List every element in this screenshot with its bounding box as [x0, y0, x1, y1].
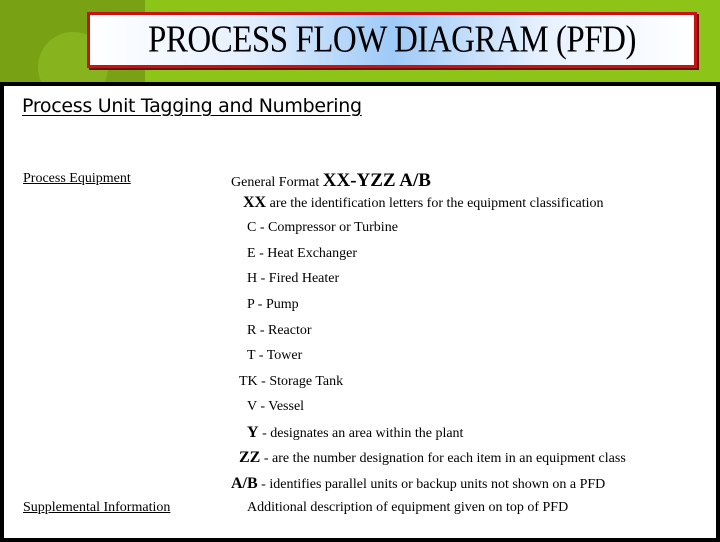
xx-definition: XX are the identification letters for th… [243, 194, 604, 212]
process-equipment-label: Process Equipment [23, 171, 131, 186]
classification-item: R - Reactor [247, 323, 312, 339]
classification-text: - Storage Tank [261, 374, 344, 389]
classification-item: E - Heat Exchanger [247, 246, 357, 262]
classification-code: T [247, 348, 256, 363]
classification-text: - Vessel [260, 399, 305, 414]
classification-code: V [247, 399, 257, 414]
classification-item: V - Vessel [247, 399, 304, 415]
classification-text: - Fired Heater [260, 271, 340, 286]
y-definition: Y - designates an area within the plant [247, 424, 463, 442]
classification-text: - Pump [257, 297, 299, 312]
supplemental-information-label: Supplemental Information [23, 500, 171, 515]
section-heading: Process Unit Tagging and Numbering [22, 95, 362, 117]
zz-key: ZZ [239, 449, 261, 466]
slide-title: PROCESS FLOW DIAGRAM (PFD) [148, 18, 636, 61]
classification-text: - Compressor or Turbine [259, 220, 398, 235]
supplemental-text: Additional description of equipment give… [247, 500, 569, 515]
classification-item: P - Pump [247, 297, 299, 313]
classification-code: E [247, 246, 256, 261]
classification-code: P [247, 297, 255, 312]
ab-text: - identifies parallel units or backup un… [261, 477, 606, 492]
ab-definition: A/B - identifies parallel units or backu… [231, 475, 605, 493]
classification-code: TK [239, 374, 258, 389]
classification-code: R [247, 323, 257, 338]
general-format-value: XX-YZZ A/B [322, 170, 431, 191]
y-key: Y [247, 424, 259, 441]
classification-text: - Heat Exchanger [259, 246, 358, 261]
xx-text: are the identification letters for the e… [269, 196, 604, 211]
classification-code: H [247, 271, 258, 286]
classification-item: H - Fired Heater [247, 271, 339, 287]
classification-text: - Reactor [259, 323, 312, 338]
y-text: - designates an area within the plant [262, 426, 464, 441]
classification-text: - Tower [258, 348, 303, 363]
classification-code: C [247, 220, 257, 235]
classification-item: C - Compressor or Turbine [247, 220, 398, 236]
zz-text: - are the number designation for each it… [263, 451, 626, 466]
general-format-line: General Format XX-YZZ A/B [231, 170, 431, 192]
ab-key: A/B [231, 475, 258, 492]
title-banner: PROCESS FLOW DIAGRAM (PFD) [87, 12, 697, 68]
classification-item: TK - Storage Tank [239, 374, 343, 390]
xx-key: XX [243, 194, 267, 211]
content-panel: Process Unit Tagging and Numbering Proce… [0, 82, 720, 542]
zz-definition: ZZ - are the number designation for each… [239, 449, 626, 467]
general-format-label: General Format [231, 175, 320, 190]
classification-item: T - Tower [247, 348, 302, 364]
